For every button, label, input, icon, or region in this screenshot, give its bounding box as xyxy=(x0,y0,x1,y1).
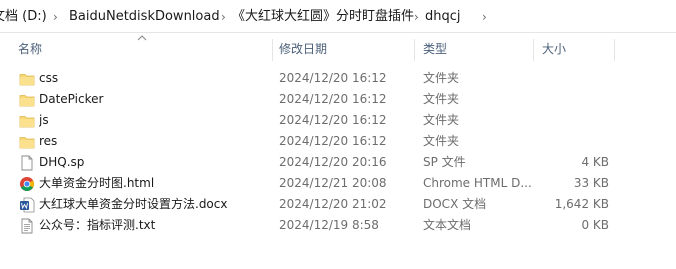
column-size-header[interactable]: 大小 xyxy=(542,34,566,64)
column-name-header[interactable]: 名称 xyxy=(18,34,42,64)
file-date: 2024/12/21 20:08 xyxy=(279,176,387,190)
file-name: js xyxy=(39,113,49,127)
file-type: 文件夹 xyxy=(423,113,460,127)
file-size xyxy=(540,110,609,131)
file-size xyxy=(540,68,609,89)
file-row[interactable]: 大单资金分时图.html 2024/12/21 20:08 Chrome HTM… xyxy=(0,173,676,194)
file-date: 2024/12/20 20:16 xyxy=(279,155,387,169)
file-size xyxy=(540,89,609,110)
breadcrumb-separator[interactable]: › xyxy=(482,9,487,25)
breadcrumb-item-download[interactable]: BaiduNetdiskDownload xyxy=(69,9,220,25)
file-size: 4 KB xyxy=(581,155,609,169)
file-date: 2024/12/20 16:12 xyxy=(279,92,387,106)
file-date: 2024/12/20 16:12 xyxy=(279,113,387,127)
file-date: 2024/12/20 16:12 xyxy=(279,71,387,85)
breadcrumb-item-current[interactable]: dhqcj xyxy=(425,9,461,25)
file-type: SP 文件 xyxy=(423,155,466,169)
file-name: DatePicker xyxy=(39,92,104,106)
folder-icon xyxy=(19,92,35,108)
file-type: 文件夹 xyxy=(423,71,460,85)
file-row[interactable]: DHQ.sp 2024/12/20 20:16 SP 文件 4 KB xyxy=(0,152,676,173)
text-file-icon xyxy=(19,218,35,234)
file-name: DHQ.sp xyxy=(39,155,85,169)
file-type: DOCX 文档 xyxy=(423,197,487,211)
file-row[interactable]: css 2024/12/20 16:12 文件夹 xyxy=(0,68,676,89)
file-type: 文件夹 xyxy=(423,92,460,106)
file-row[interactable]: 公众号：指标评测.txt 2024/12/19 8:58 文本文档 0 KB xyxy=(0,215,676,236)
folder-icon xyxy=(19,71,35,87)
file-size xyxy=(540,131,609,152)
file-row[interactable]: js 2024/12/20 16:12 文件夹 xyxy=(0,110,676,131)
column-divider[interactable] xyxy=(614,39,615,61)
column-type-header[interactable]: 类型 xyxy=(423,34,447,64)
folder-icon xyxy=(19,113,35,129)
breadcrumb-item-plugin[interactable]: 《大红球大红圆》分时盯盘插件 xyxy=(232,9,414,25)
file-type: 文件夹 xyxy=(423,134,460,148)
column-divider[interactable] xyxy=(414,39,415,61)
column-divider[interactable] xyxy=(272,39,273,61)
file-date: 2024/12/20 21:02 xyxy=(279,197,387,211)
chrome-html-icon xyxy=(19,176,35,192)
breadcrumb-separator[interactable]: › xyxy=(53,9,58,25)
file-date: 2024/12/19 8:58 xyxy=(279,218,379,232)
file-type: 文本文档 xyxy=(423,218,472,232)
column-divider[interactable] xyxy=(533,39,534,61)
file-row[interactable]: DatePicker 2024/12/20 16:12 文件夹 xyxy=(0,89,676,110)
file-size: 33 KB xyxy=(573,176,609,190)
file-size: 1,642 KB xyxy=(554,197,609,211)
breadcrumb-separator[interactable]: › xyxy=(414,9,419,25)
folder-icon xyxy=(19,134,35,150)
file-name: css xyxy=(39,71,59,85)
file-size: 0 KB xyxy=(581,218,609,232)
file-name: 大红球大单资金分时设置方法.docx xyxy=(39,197,228,211)
file-name: res xyxy=(39,134,58,148)
file-row[interactable]: 大红球大单资金分时设置方法.docx 2024/12/20 21:02 DOCX… xyxy=(0,194,676,215)
breadcrumb-separator[interactable]: › xyxy=(221,9,226,25)
column-date-header[interactable]: 修改日期 xyxy=(279,34,327,64)
generic-file-icon xyxy=(19,155,35,171)
file-name: 公众号：指标评测.txt xyxy=(39,218,156,232)
file-row[interactable]: res 2024/12/20 16:12 文件夹 xyxy=(0,131,676,152)
column-header: 名称 修改日期 类型 大小 xyxy=(0,34,676,64)
file-type: Chrome HTML D... xyxy=(423,176,532,190)
breadcrumb-item-drive[interactable]: 文档 (D:) xyxy=(0,9,47,25)
word-doc-icon xyxy=(19,197,35,213)
file-name: 大单资金分时图.html xyxy=(39,176,155,190)
breadcrumb: 文档 (D:) › BaiduNetdiskDownload › 《大红球大红圆… xyxy=(0,0,676,33)
file-date: 2024/12/20 16:12 xyxy=(279,134,387,148)
sort-ascending-icon xyxy=(137,34,147,44)
